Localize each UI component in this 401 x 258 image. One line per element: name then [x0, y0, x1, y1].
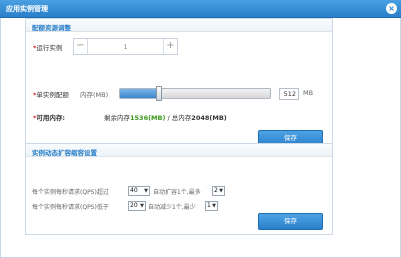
memory-slider-fill — [120, 89, 160, 98]
instances-value[interactable]: 1 — [90, 43, 161, 51]
scale-up-max-select[interactable]: 2 ▼ — [212, 186, 225, 196]
available-memory-label: *可用内存: — [33, 112, 65, 122]
memory-unit-label: 内存(MB) — [80, 91, 109, 99]
chevron-down-icon: ▼ — [140, 203, 144, 209]
scale-up-suffix: 自动扩容1个,最多 — [153, 189, 201, 196]
total-value: 2048(MB) — [191, 114, 227, 122]
memory-summary: 剩余内存1536(MB) / 总内存2048(MB) — [104, 112, 227, 122]
decrement-button[interactable]: − — [74, 39, 88, 54]
chevron-down-icon: ▼ — [219, 188, 223, 194]
instances-label: *运行实例 — [33, 42, 62, 52]
window-title: 应用实例管理 — [6, 5, 48, 13]
memory-input-unit: MB — [303, 89, 314, 97]
scale-panel-header: 实例动态扩容缩容设置 — [26, 144, 332, 157]
resource-panel-title: 配额资源调整 — [32, 24, 71, 32]
memory-slider-handle[interactable] — [156, 86, 162, 101]
scale-down-min-value: 1 — [207, 202, 211, 209]
save-scale-button[interactable]: 保存 — [258, 213, 323, 230]
memory-slider-track[interactable] — [119, 88, 271, 99]
available-memory-label-text: 可用内存: — [36, 114, 66, 122]
quota-label: *单实例配额 — [33, 89, 69, 99]
scale-down-min-select[interactable]: 1 ▼ — [205, 201, 218, 211]
remaining-value: 1536(MB) — [130, 114, 166, 122]
scale-down-text: 每个实例每秒请求(QPS)低于 — [32, 204, 109, 211]
scale-panel-title: 实例动态扩容缩容设置 — [32, 149, 97, 157]
increment-button[interactable]: + — [163, 39, 177, 54]
quota-label-text: 单实例配额 — [36, 91, 69, 99]
remaining-prefix: 剩余内存 — [104, 114, 130, 122]
scale-down-threshold-value: 20 — [130, 202, 138, 209]
chevron-down-icon: ▼ — [212, 203, 216, 209]
total-prefix: 总内存 — [171, 114, 192, 122]
scale-down-threshold-select[interactable]: 20 ▼ — [128, 201, 146, 211]
scale-up-threshold-value: 40 — [130, 187, 138, 194]
scale-up-max-value: 2 — [214, 187, 218, 194]
instances-stepper[interactable]: − 1 + — [73, 38, 178, 55]
resource-panel-header: 配额资源调整 — [26, 19, 332, 32]
instances-label-text: 运行实例 — [36, 44, 63, 52]
scale-down-suffix: 自动减少1个,最少 — [148, 204, 196, 211]
close-icon[interactable]: × — [386, 3, 397, 14]
scale-up-text: 每个实例每秒请求(QPS)超过 — [32, 189, 109, 196]
chevron-down-icon: ▼ — [144, 188, 148, 194]
memory-input[interactable]: 512 — [279, 88, 299, 100]
scale-up-threshold-select[interactable]: 40 ▼ — [128, 186, 150, 196]
window-titlebar: 应用实例管理 × — [0, 0, 401, 18]
